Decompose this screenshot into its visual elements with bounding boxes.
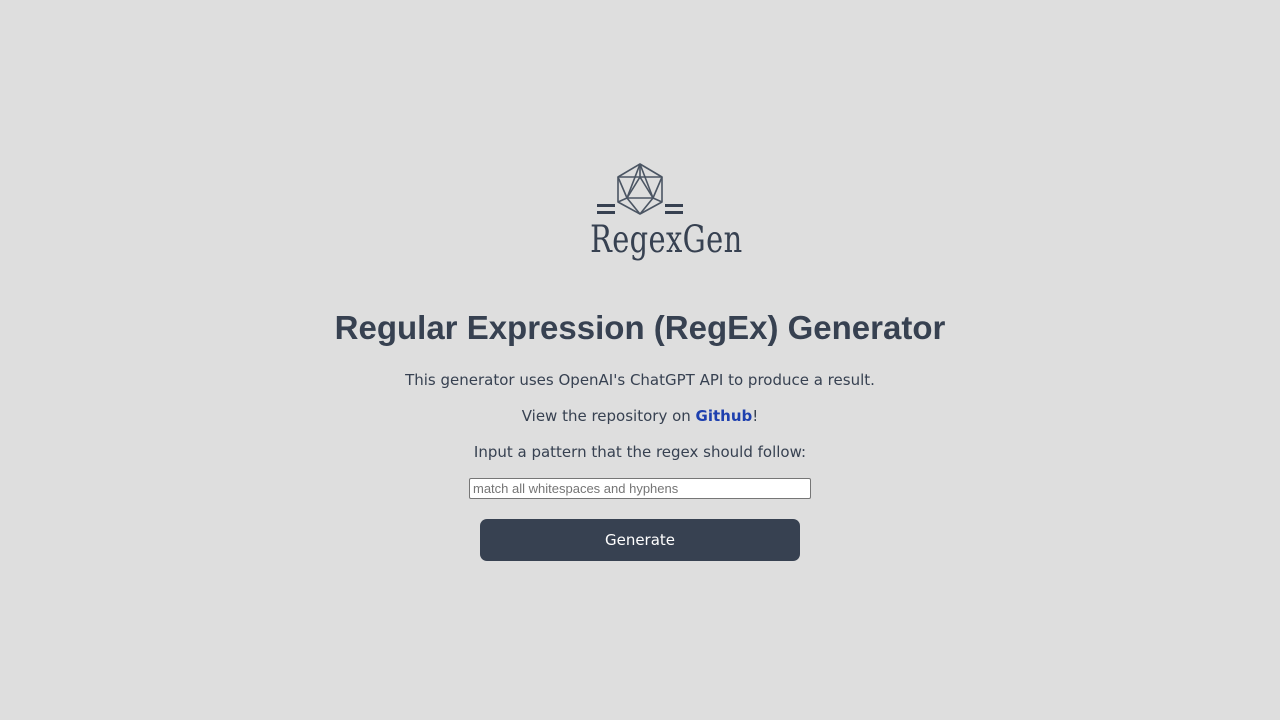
repository-prefix: View the repository on <box>521 407 696 425</box>
description-text: This generator uses OpenAI's ChatGPT API… <box>405 371 875 389</box>
page-title: Regular Expression (RegEx) Generator <box>334 309 946 346</box>
generate-button[interactable]: Generate <box>480 519 800 561</box>
icosahedron-icon <box>597 163 683 215</box>
page: RegexGen Regular Expression (RegEx) Gene… <box>0 0 1280 720</box>
repository-suffix: ! <box>752 407 759 425</box>
pattern-label: Input a pattern that the regex should fo… <box>473 443 807 461</box>
logo-wordmark: RegexGen <box>590 218 743 261</box>
pattern-input-wrapper <box>469 478 811 499</box>
pattern-input[interactable] <box>469 478 811 499</box>
github-link[interactable]: Github <box>696 407 753 425</box>
logo: RegexGen <box>576 160 743 268</box>
repository-line: View the repository on Github! <box>0 406 1280 426</box>
